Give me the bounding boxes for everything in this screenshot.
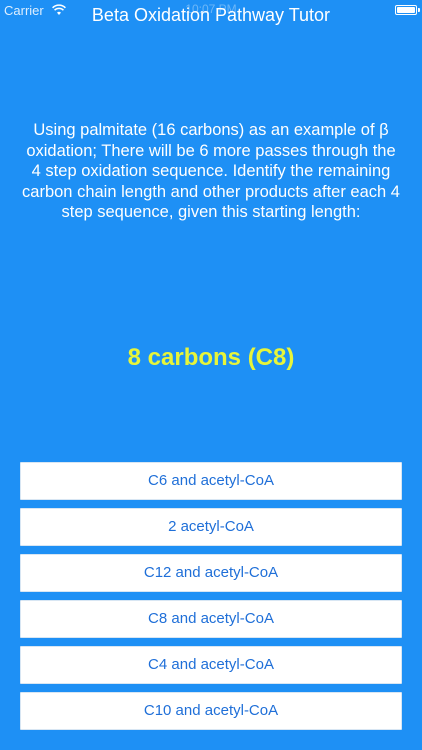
answer-button-c6[interactable]: C6 and acetyl-CoA (20, 462, 402, 500)
answer-button-2-acetyl[interactable]: 2 acetyl-CoA (20, 508, 402, 546)
answer-list: C6 and acetyl-CoA 2 acetyl-CoA C12 and a… (20, 462, 402, 738)
question-text: Using palmitate (16 carbons) as an examp… (22, 121, 400, 221)
starting-length-prompt: 8 carbons (C8) (127, 344, 295, 371)
answer-button-c10[interactable]: C10 and acetyl-CoA (20, 692, 402, 730)
nav-title: Beta Oxidation Pathway Tutor (91, 5, 331, 25)
answer-button-c4[interactable]: C4 and acetyl-CoA (20, 646, 402, 684)
answer-button-c8[interactable]: C8 and acetyl-CoA (20, 600, 402, 638)
answer-button-c12[interactable]: C12 and acetyl-CoA (20, 554, 402, 592)
